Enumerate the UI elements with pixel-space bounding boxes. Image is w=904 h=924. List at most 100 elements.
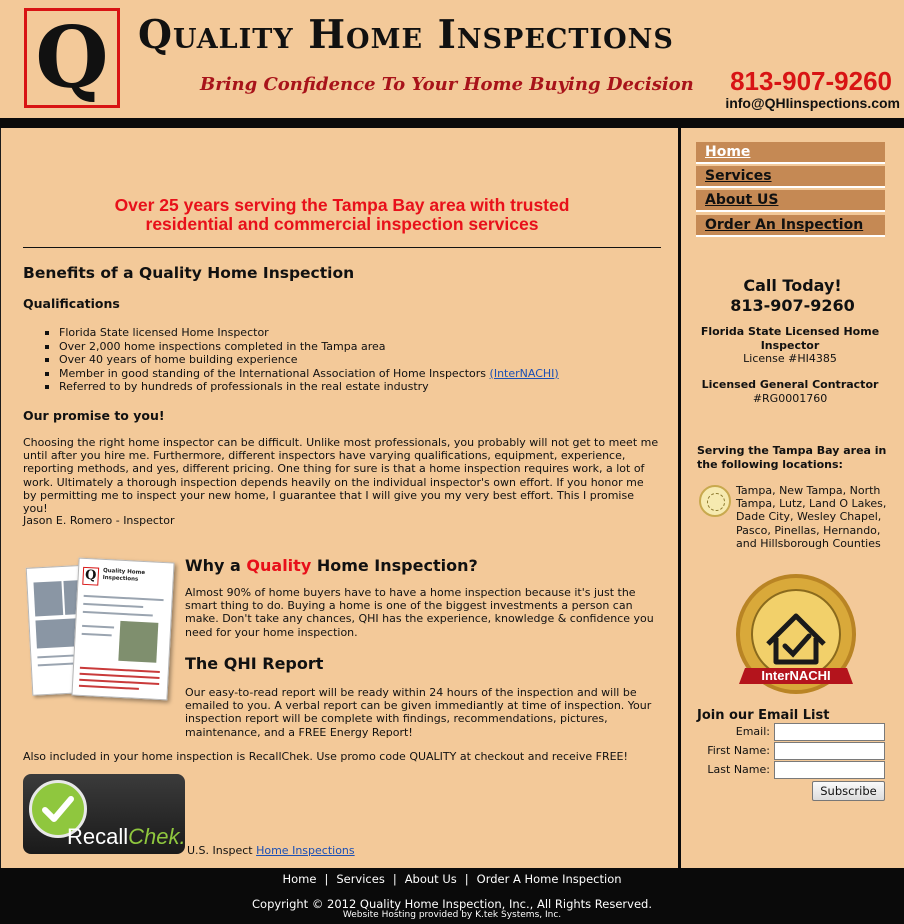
license-1-title: Florida State Licensed Home Inspector (700, 325, 880, 352)
nav-item-about-us[interactable]: About US (696, 190, 885, 212)
header-divider (0, 118, 904, 128)
benefits-heading: Benefits of a Quality Home Inspection (23, 264, 355, 282)
report-house-photo (118, 620, 159, 663)
report-line (79, 672, 160, 679)
first-name-row: First Name: (681, 742, 885, 760)
footer-separator: | (392, 872, 397, 886)
report-line (82, 624, 115, 629)
recallchek-mark: . (180, 824, 186, 849)
internachi-badge[interactable]: InterNACHI (731, 570, 861, 706)
us-inspect-text: U.S. Inspect (187, 844, 253, 857)
site-logo[interactable]: Q (24, 8, 120, 108)
qualifications-list: Florida State licensed Home Inspector Ov… (45, 326, 665, 394)
hero-tagline-line1: Over 25 years serving the Tampa Bay area… (114, 195, 570, 215)
recallchek-part2: Chek (128, 824, 180, 849)
first-name-label: First Name: (707, 744, 770, 757)
report-line (81, 632, 112, 637)
promise-paragraph: Choosing the right home inspector can be… (23, 436, 659, 516)
nav-item-home[interactable]: Home (696, 142, 885, 164)
main-content: Over 25 years serving the Tampa Bay area… (0, 128, 678, 868)
why-paragraph: Almost 90% of home buyers have to have a… (185, 586, 654, 639)
site-header: Q Quality Home Inspections Bring Confide… (0, 0, 904, 118)
home-inspections-link[interactable]: Home Inspections (256, 844, 355, 857)
license-1-number: License #HI4385 (743, 352, 837, 365)
list-item-text: Over 2,000 home inspections completed in… (59, 339, 386, 353)
header-email[interactable]: info@QHIinspections.com (725, 95, 900, 111)
content-divider (23, 247, 661, 248)
promise-heading: Our promise to you! (23, 408, 165, 423)
list-item: Over 40 years of home building experienc… (45, 353, 665, 367)
nav-item-order-inspection[interactable]: Order An Inspection (696, 215, 885, 237)
copyright-text: Copyright © 2012 Quality Home Inspection… (252, 897, 652, 911)
subscribe-button[interactable]: Subscribe (812, 781, 885, 801)
logo-letter: Q (35, 8, 109, 107)
report-line (78, 684, 139, 690)
last-name-row: Last Name: (681, 761, 885, 779)
first-name-field[interactable] (774, 742, 885, 760)
report-line (83, 602, 144, 609)
why-heading: Why a Quality Home Inspection? (185, 556, 478, 575)
report-photo (33, 581, 64, 617)
why-heading-highlight: Quality (246, 556, 312, 575)
email-field[interactable] (774, 723, 885, 741)
sample-report-image: Q Quality Home Inspections (25, 556, 177, 706)
last-name-field[interactable] (774, 761, 885, 779)
hosting-credit: Website Hosting provided by K.tek System… (342, 910, 562, 920)
footer-link-order-inspection[interactable]: Order A Home Inspection (477, 872, 622, 886)
recallchek-logo-text: RecallChek. (67, 824, 185, 850)
qualifications-heading: Qualifications (23, 296, 120, 311)
list-item-text: Over 40 years of home building experienc… (59, 353, 298, 366)
header-phone: 813-907-9260 (730, 66, 892, 96)
report-line (79, 666, 160, 673)
site-title: Quality Home Inspections (138, 12, 674, 58)
call-today-heading: Call Today! (743, 276, 842, 295)
nav-item-services[interactable]: Services (696, 166, 885, 188)
list-item: Over 2,000 home inspections completed in… (45, 340, 665, 354)
report-line (83, 594, 164, 602)
sidebar: Home Services About US Order An Inspecti… (681, 128, 904, 868)
footer-separator: | (324, 872, 329, 886)
footer-link-home[interactable]: Home (282, 872, 316, 886)
internachi-badge-text: InterNACHI (761, 668, 830, 683)
hero-tagline-line2: residential and commercial inspection se… (145, 214, 539, 234)
email-list-heading: Join our Email List (697, 708, 830, 723)
list-item-text: Referred to by hundreds of professionals… (59, 380, 429, 393)
nav-item-label: About US (705, 192, 779, 208)
footer-separator: | (464, 872, 469, 886)
site-footer: Home | Services | About Us | Order A Home Insp… (0, 868, 904, 924)
report-page-front: Q Quality Home Inspections (71, 557, 175, 701)
list-item-text: Florida State licensed Home Inspector (59, 326, 269, 339)
nav-item-label: Order An Inspection (705, 217, 864, 233)
list-item: Referred to by hundreds of professionals… (45, 380, 665, 394)
list-item-text: Member in good standing of the Internati… (59, 366, 487, 380)
email-label: Email: (735, 725, 770, 738)
why-heading-prefix: Why a (185, 556, 247, 575)
why-heading-suffix: Home Inspection? (311, 556, 478, 575)
footer-link-about-us[interactable]: About Us (405, 872, 457, 886)
recallchek-badge[interactable]: RecallChek. (23, 774, 185, 854)
recallchek-note: Also included in your home inspection is… (23, 750, 628, 763)
report-logo: Q (82, 566, 100, 586)
sidebar-phone: 813-907-9260 (730, 296, 855, 315)
county-seal-icon (699, 485, 731, 517)
hero-tagline: Over 25 years serving the Tampa Bay area… (23, 196, 661, 234)
nav-item-label: Services (705, 168, 772, 184)
inspector-signature: Jason E. Romero - Inspector (23, 514, 175, 527)
list-item: Member in good standing of the Internati… (45, 367, 665, 381)
report-heading: The QHI Report (185, 654, 324, 673)
report-line (79, 678, 160, 685)
report-line (82, 610, 153, 617)
report-paragraph: Our easy-to-read report will be ready wi… (185, 686, 652, 739)
footer-link-services[interactable]: Services (336, 872, 385, 886)
license-2-number: #RG0001760 (752, 392, 828, 405)
site-tagline: Bring Confidence To Your Home Buying Dec… (200, 74, 694, 95)
service-area-heading: Serving the Tampa Bay area in the follow… (697, 444, 887, 471)
list-item: Florida State licensed Home Inspector (45, 326, 665, 340)
us-inspect-credit: U.S. Inspect Home Inspections (187, 844, 355, 857)
internachi-link[interactable]: (InterNACHI) (490, 367, 559, 380)
license-2-title: Licensed General Contractor (701, 378, 879, 391)
nav-item-label: Home (705, 144, 751, 160)
recallchek-part1: Recall (67, 824, 129, 849)
email-row: Email: (681, 723, 885, 741)
footer-nav: Home | Services | About Us | Order A Home Insp… (0, 872, 904, 886)
